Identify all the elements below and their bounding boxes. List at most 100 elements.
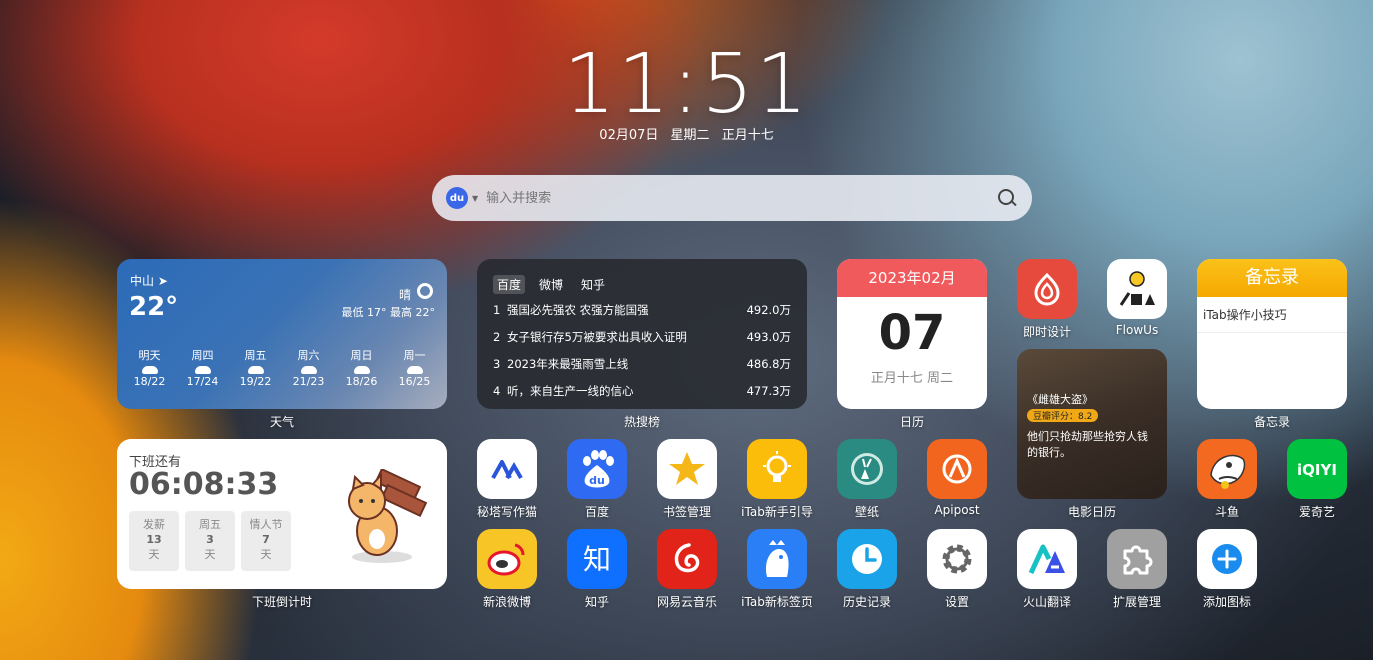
countdown-widget[interactable]: 下班还有 06:08:33 发薪 13 天 周五 3 天 情人节 7 天 [117, 439, 447, 589]
weekday-text: 星期二 [670, 128, 710, 143]
hot-search-widget: 百度 微博 知乎 1 强国必先强农 农强方能国强 492.0万 2 女子银行存5万被要… [477, 259, 807, 409]
movie-caption: 电影日历 [1067, 505, 1116, 519]
newtab-label[interactable]: iTab新标签页 [737, 593, 817, 610]
hot-search-row[interactable]: 4 听，来自生产一线的信心 477.3万 [493, 384, 791, 409]
douyu-label[interactable]: 斗鱼 [1187, 503, 1267, 520]
hot-search-row[interactable]: 2 女子银行存5万被要求出具收入证明 493.0万 [493, 330, 791, 357]
hot-search-tabs: 百度 微博 知乎 [493, 275, 609, 294]
flowus-app-icon[interactable] [1107, 259, 1167, 319]
clock-time: 11:51 [563, 37, 810, 132]
netease-label[interactable]: 网易云音乐 [647, 593, 727, 610]
guide-label[interactable]: iTab新手引导 [737, 503, 817, 520]
zhihu-app-icon[interactable]: 知 [567, 529, 627, 589]
rain-cloud-icon [406, 366, 423, 374]
forecast-day: 周日 18/26 [345, 349, 378, 388]
memo-widget[interactable]: 备忘录 iTab操作小技巧 [1197, 259, 1347, 409]
extensions-puzzle-icon[interactable] [1107, 529, 1167, 589]
douyu-app-icon[interactable] [1197, 439, 1257, 499]
svg-text:iQIYI: iQIYI [1297, 461, 1337, 479]
huoshan-translate-app-icon[interactable] [1017, 529, 1077, 589]
weather-range: 最低 17° 最高 22° [341, 306, 435, 319]
bookmark-app-icon[interactable] [657, 439, 717, 499]
movie-score: 豆瓣评分：8.2 [1027, 409, 1099, 422]
weather-forecast: 明天 18/22 周四 17/24 周五 19/22 周六 21/23 周日 18/26 … [117, 347, 447, 388]
forecast-day: 周一 16/25 [398, 349, 431, 388]
search-bar[interactable]: du ▼ [432, 175, 1032, 221]
calendar-day: 07 [878, 305, 946, 361]
date-text: 02月07日 [599, 128, 659, 143]
cloud-icon [194, 366, 211, 374]
mita-app-icon[interactable] [477, 439, 537, 499]
iqiyi-app-icon[interactable]: iQIYI [1287, 439, 1347, 499]
weather-widget[interactable]: 中山 ➤ 22° 晴 最低 17° 最高 22° 明天 18/22 周四 17/24… [117, 259, 447, 409]
weather-condition: 晴 [398, 288, 411, 302]
countdown-caption: 下班倒计时 [251, 595, 312, 609]
tab-weibo[interactable]: 微博 [535, 275, 567, 294]
memo-note[interactable]: iTab操作小技巧 [1197, 297, 1347, 333]
weather-caption: 天气 [269, 415, 294, 429]
flowus-label[interactable]: FlowUs [1097, 323, 1177, 337]
newtab-app-icon[interactable] [747, 529, 807, 589]
calendar-caption: 日历 [899, 415, 924, 429]
cloud-icon [353, 366, 370, 374]
zhihu-label[interactable]: 知乎 [557, 593, 637, 610]
guide-app-icon[interactable] [747, 439, 807, 499]
wallpaper-app-icon[interactable] [837, 439, 897, 499]
countdown-chip: 情人节 7 天 [241, 511, 291, 571]
add-icon[interactable] [1197, 529, 1257, 589]
baidu-label[interactable]: 百度 [557, 503, 637, 520]
hot-search-row[interactable]: 1 强国必先强农 农强方能国强 492.0万 [493, 303, 791, 330]
clock-date: 02月07日 星期二 正月十七 [0, 124, 1373, 143]
weibo-label[interactable]: 新浪微博 [467, 593, 547, 610]
apipost-label[interactable]: Apipost [917, 503, 997, 517]
bookmark-label[interactable]: 书签管理 [647, 503, 727, 520]
chevron-down-icon[interactable]: ▼ [472, 194, 478, 203]
baidu-engine-icon[interactable]: du [446, 187, 468, 209]
hot-search-caption: 热搜榜 [623, 415, 660, 429]
countdown-chip: 周五 3 天 [185, 511, 235, 571]
memo-title: 备忘录 [1197, 259, 1347, 297]
settings-gear-icon[interactable] [927, 529, 987, 589]
apipost-app-icon[interactable] [927, 439, 987, 499]
forecast-day: 周六 21/23 [292, 349, 325, 388]
history-label[interactable]: 历史记录 [827, 593, 907, 610]
add-label[interactable]: 添加图标 [1187, 593, 1267, 610]
lunar-text: 正月十七 [721, 128, 774, 143]
history-app-icon[interactable] [837, 529, 897, 589]
cat-illustration-icon [348, 469, 428, 563]
calendar-lunar: 正月十七 周二 [870, 371, 954, 386]
huoshan-label[interactable]: 火山翻译 [1007, 593, 1087, 610]
jishi-label[interactable]: 即时设计 [1007, 323, 1087, 340]
baidu-app-icon[interactable]: du [567, 439, 627, 499]
countdown-chip: 发薪 13 天 [129, 511, 179, 571]
search-input[interactable] [486, 190, 996, 206]
hot-search-row[interactable]: 3 2023年来最强雨雪上线 486.8万 [493, 357, 791, 384]
calendar-widget[interactable]: 2023年02月 07 正月十七 周二 [837, 259, 987, 409]
iqiyi-label[interactable]: 爱奇艺 [1277, 503, 1357, 520]
search-icon[interactable] [996, 187, 1018, 209]
mita-label[interactable]: 秘塔写作猫 [467, 503, 547, 520]
svg-text:知: 知 [583, 543, 611, 576]
settings-label[interactable]: 设置 [917, 593, 997, 610]
jishi-app-icon[interactable] [1017, 259, 1077, 319]
weather-temp: 22° [129, 292, 179, 322]
weather-city: 中山 ➤ [130, 274, 168, 288]
calendar-month: 2023年02月 [837, 259, 987, 297]
netease-music-app-icon[interactable] [657, 529, 717, 589]
extensions-label[interactable]: 扩展管理 [1097, 593, 1177, 610]
movie-calendar-widget[interactable]: 《雌雄大盗》 豆瓣评分：8.2 他们只抢劫那些抢穷人钱的银行。 [1017, 349, 1167, 499]
weibo-app-icon[interactable] [477, 529, 537, 589]
movie-title: 《雌雄大盗》 [1027, 393, 1093, 406]
forecast-day: 周四 17/24 [186, 349, 219, 388]
tab-zhihu[interactable]: 知乎 [577, 275, 609, 294]
forecast-day: 明天 18/22 [133, 349, 166, 388]
location-icon: ➤ [157, 274, 168, 288]
tab-baidu[interactable]: 百度 [493, 275, 526, 294]
memo-caption: 备忘录 [1253, 415, 1290, 429]
cloud-icon [141, 366, 158, 374]
wallpaper-label[interactable]: 壁纸 [827, 503, 907, 520]
svg-text:du: du [589, 474, 605, 487]
forecast-day: 周五 19/22 [239, 349, 272, 388]
cloud-icon [300, 366, 317, 374]
cloud-icon [247, 366, 264, 374]
